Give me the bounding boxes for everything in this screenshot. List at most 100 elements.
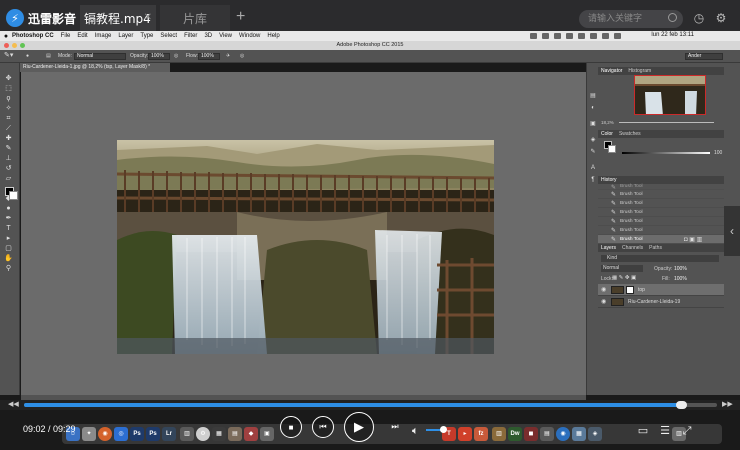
app-icon[interactable]: ▤: [228, 427, 242, 441]
fast-forward-icon[interactable]: ▶▶: [722, 400, 733, 408]
quick-select-tool-icon[interactable]: ✧: [4, 105, 13, 112]
adjustments-icon[interactable]: ◐: [589, 105, 597, 111]
status-icon[interactable]: [530, 33, 537, 39]
apple-icon[interactable]: ●: [0, 33, 12, 40]
layer-mask-thumbnail[interactable]: [626, 286, 634, 294]
app-icon[interactable]: ▥: [492, 427, 506, 441]
menu-help[interactable]: Help: [267, 33, 279, 39]
menu-view[interactable]: View: [219, 33, 232, 39]
menu-type[interactable]: Type: [140, 33, 153, 39]
side-panel-toggle[interactable]: ‹: [724, 206, 740, 256]
history-brush-tool-icon[interactable]: ↺: [4, 165, 13, 172]
status-icon[interactable]: [578, 33, 585, 39]
layer-opacity-field[interactable]: 100%: [674, 266, 687, 272]
tab-histogram[interactable]: Histogram: [628, 67, 651, 75]
lasso-tool-icon[interactable]: ϙ: [4, 95, 13, 102]
status-icon[interactable]: [602, 33, 609, 39]
history-item-current[interactable]: ✎ Brush Tool: [598, 235, 724, 244]
app-icon[interactable]: ▥: [180, 427, 194, 441]
stamp-tool-icon[interactable]: ⊥: [4, 155, 13, 162]
settings-icon[interactable]: ⚙: [714, 11, 728, 25]
app-icon[interactable]: ▤: [540, 427, 554, 441]
close-icon[interactable]: ✕: [144, 12, 152, 23]
status-icon[interactable]: [554, 33, 561, 39]
lightroom-dock-icon[interactable]: Lr: [162, 427, 176, 441]
tab-video[interactable]: 镉教程.mp4 ✕: [80, 5, 156, 32]
menu-window[interactable]: Window: [239, 33, 260, 39]
brush-size-icon[interactable]: ●: [26, 53, 29, 59]
playback-progress-bar[interactable]: [24, 401, 717, 409]
crop-tool-icon[interactable]: ⌗: [4, 115, 13, 122]
minimize-window-icon[interactable]: [12, 43, 17, 48]
volume-knob[interactable]: [439, 426, 447, 433]
playback-progress-knob[interactable]: [676, 401, 688, 409]
history-snapshot-icons[interactable]: ◘ ▣ ▥: [684, 236, 702, 243]
history-item[interactable]: ✎ Brush Tool: [598, 226, 724, 235]
color-background-swatch[interactable]: [608, 145, 616, 153]
menubar-app-name[interactable]: Photoshop CC: [12, 33, 54, 39]
app-icon[interactable]: ◉: [556, 427, 570, 441]
navigator-thumbnail[interactable]: [634, 75, 706, 115]
tab-swatches[interactable]: Swatches: [619, 130, 641, 138]
app-logo[interactable]: ⚡ 迅雷影音 ▼: [6, 9, 88, 27]
styles-icon[interactable]: ◈: [589, 137, 597, 143]
history-item[interactable]: ✎ Brush Tool: [598, 217, 724, 226]
tab-navigator[interactable]: Navigator: [601, 67, 622, 75]
status-icon[interactable]: [566, 33, 573, 39]
status-icon[interactable]: [542, 33, 549, 39]
menu-3d[interactable]: 3D: [204, 33, 212, 39]
workspace-select[interactable]: Ander: [685, 53, 723, 60]
layer-row-top[interactable]: ◉ top: [598, 284, 724, 296]
tab-color[interactable]: Color: [601, 130, 613, 138]
app-icon[interactable]: ▣: [260, 427, 274, 441]
pen-tool-icon[interactable]: ✒: [4, 215, 13, 222]
lock-icons[interactable]: ▦ ✎ ✥ ▣: [612, 275, 636, 281]
playlist-icon[interactable]: ☰: [658, 424, 672, 438]
stop-button[interactable]: ■: [280, 416, 302, 438]
menu-image[interactable]: Image: [95, 33, 112, 39]
pressure-size-icon[interactable]: ◎: [240, 53, 244, 59]
safari-icon[interactable]: ◎: [114, 427, 128, 441]
system-prefs-icon[interactable]: ⚙: [196, 427, 210, 441]
app-icon[interactable]: ▦: [572, 427, 586, 441]
paragraph-icon[interactable]: ¶: [589, 177, 597, 183]
properties-icon[interactable]: ▤: [589, 93, 597, 99]
brush-panel-icon[interactable]: ▤: [46, 53, 51, 59]
character-icon[interactable]: A: [589, 165, 597, 171]
zoom-tool-icon[interactable]: ⚲: [4, 265, 13, 272]
rewind-icon[interactable]: ◀◀: [8, 400, 19, 408]
screen-list-icon[interactable]: ▭: [636, 424, 650, 438]
healing-tool-icon[interactable]: ✚: [4, 135, 13, 142]
app-icon[interactable]: ▸: [458, 427, 472, 441]
volume-icon[interactable]: 🔈︎: [412, 425, 419, 438]
status-icon[interactable]: [590, 33, 597, 39]
firefox-icon[interactable]: ◉: [98, 427, 112, 441]
zoom-slider[interactable]: [619, 122, 714, 123]
flow-field[interactable]: 100%: [198, 53, 220, 60]
tab-paths[interactable]: Paths: [649, 244, 662, 252]
previous-button[interactable]: ⏮: [312, 416, 334, 438]
move-tool-icon[interactable]: ✥: [4, 75, 13, 82]
brush-presets-icon[interactable]: ✎: [589, 149, 597, 155]
next-button[interactable]: ⏭: [384, 416, 406, 438]
history-item[interactable]: ✎ Brush Tool: [598, 199, 724, 208]
close-window-icon[interactable]: [4, 43, 9, 48]
app-icon[interactable]: ◈: [588, 427, 602, 441]
history-item[interactable]: ✎ Brush Tool: [598, 208, 724, 217]
brightness-slider[interactable]: [622, 152, 710, 154]
eye-icon[interactable]: ◉: [601, 284, 606, 296]
eyedropper-tool-icon[interactable]: ⟋: [4, 125, 13, 132]
airbrush-icon[interactable]: ✈: [226, 53, 230, 59]
fill-field[interactable]: 100%: [674, 276, 687, 282]
brightness-value[interactable]: 100: [714, 150, 722, 156]
photoshop-dock-icon[interactable]: Ps: [130, 427, 144, 441]
type-tool-icon[interactable]: T: [4, 225, 13, 232]
app-icon[interactable]: ◆: [244, 427, 258, 441]
ps-canvas-area[interactable]: [21, 72, 586, 395]
mode-select[interactable]: Normal: [74, 53, 126, 60]
history-item[interactable]: ✎ Brush Tool: [598, 190, 724, 199]
menu-file[interactable]: File: [61, 33, 71, 39]
zoom-window-icon[interactable]: [20, 43, 25, 48]
launchpad-icon[interactable]: ✦: [82, 427, 96, 441]
menu-filter[interactable]: Filter: [184, 33, 197, 39]
